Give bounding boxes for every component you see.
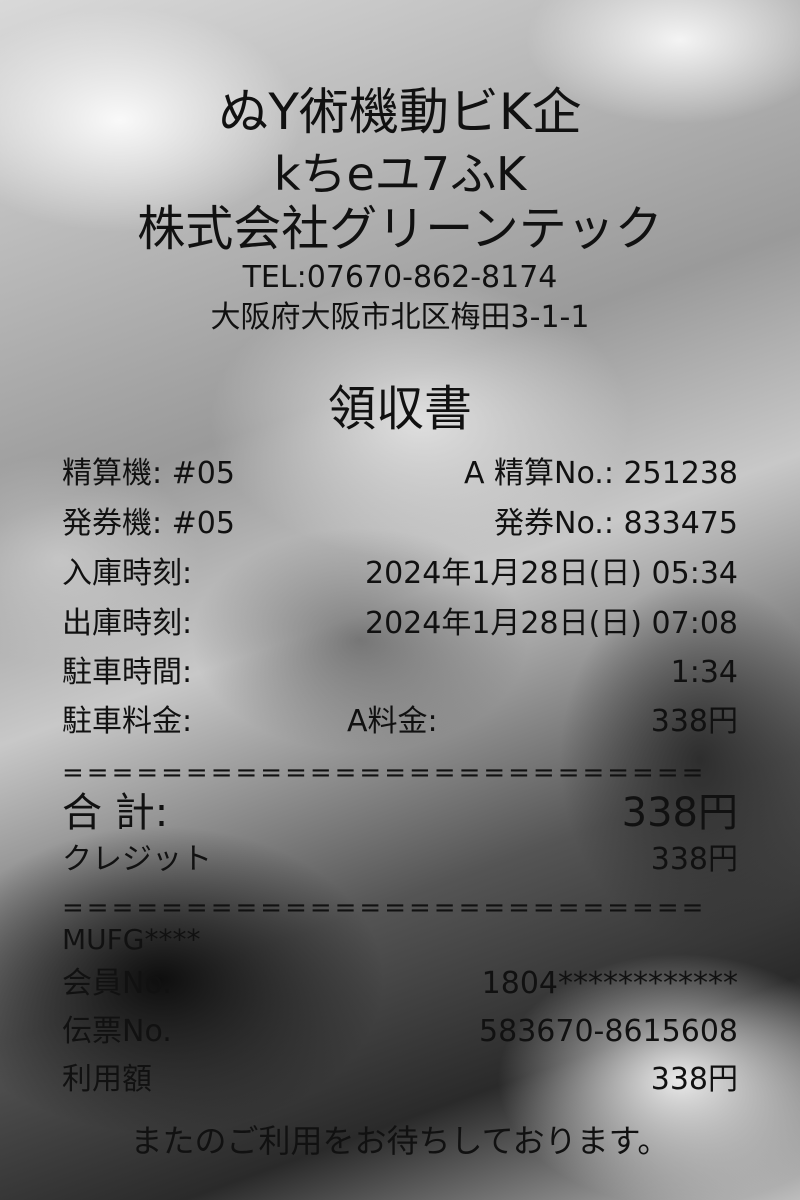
slip-row: 伝票No. 583670-8615608: [62, 1009, 738, 1055]
total-value: 338円: [621, 790, 738, 836]
company-tel: TEL:07670-862-8174: [242, 260, 558, 295]
fee-row: 駐車料金: A料金: 338円: [62, 699, 738, 745]
slip-number: 583670-8615608: [479, 1014, 738, 1049]
credit-value: 338円: [650, 842, 738, 877]
ticket-number: 発券No.: 833475: [494, 506, 738, 541]
exit-time-row: 出庫時刻: 2024年1月28日(日) 07:08: [62, 601, 738, 647]
entry-time-label: 入庫時刻:: [62, 556, 193, 591]
separator: ==========================: [62, 893, 707, 923]
fee-label: 駐車料金:: [62, 704, 193, 739]
duration-label: 駐車時間:: [62, 655, 193, 690]
ticket-row: 発券機: #05 発券No.: 833475: [62, 501, 738, 547]
credit-row: クレジット 338円: [62, 837, 738, 883]
exit-time-label: 出庫時刻:: [62, 606, 193, 641]
header-line2: kちeユ7ふK: [273, 147, 527, 201]
ticket-machine-label: 発券機: #05: [62, 506, 235, 541]
receipt: ぬY術機動ビK企 kちeユ7ふK 株式会社グリーンテック TEL:07670-8…: [0, 0, 800, 1200]
credit-label: クレジット: [62, 842, 212, 877]
entry-time-value: 2024年1月28日(日) 05:34: [364, 556, 738, 591]
amount-label: 利用額: [62, 1062, 152, 1097]
machine-row: 精算機: #05 A 精算No.: 251238: [62, 451, 738, 497]
total-label: 合 計:: [62, 790, 169, 836]
footer-message: またのご利用をお待ちしております。: [130, 1122, 670, 1160]
company-name: 株式会社グリーンテック: [137, 201, 663, 257]
card-brand: MUFG****: [62, 923, 201, 956]
card-brand-row: MUFG****: [62, 920, 738, 960]
company-address: 大阪府大阪市北区梅田3-1-1: [210, 300, 590, 335]
exit-time-value: 2024年1月28日(日) 07:08: [364, 606, 738, 641]
seisan-number: A 精算No.: 251238: [463, 456, 738, 491]
member-label: 会員No.: [62, 966, 172, 1001]
fee-value: 338円: [650, 704, 738, 739]
amount-value: 338円: [650, 1062, 738, 1097]
member-number: 1804************: [481, 966, 738, 1001]
duration-row: 駐車時間: 1:34: [62, 650, 738, 696]
member-row: 会員No. 1804************: [62, 961, 738, 1007]
entry-time-row: 入庫時刻: 2024年1月28日(日) 05:34: [62, 551, 738, 597]
receipt-title: 領収書: [327, 381, 472, 437]
total-row: 合 計: 338円: [62, 788, 738, 838]
duration-value: 1:34: [670, 655, 738, 690]
slip-label: 伝票No.: [62, 1014, 172, 1049]
separator: ==========================: [62, 758, 707, 788]
fee-type: A料金:: [347, 704, 438, 739]
amount-row: 利用額 338円: [62, 1057, 738, 1103]
header-line1: ぬY術機動ビK企: [218, 83, 582, 141]
machine-label: 精算機: #05: [62, 456, 235, 491]
